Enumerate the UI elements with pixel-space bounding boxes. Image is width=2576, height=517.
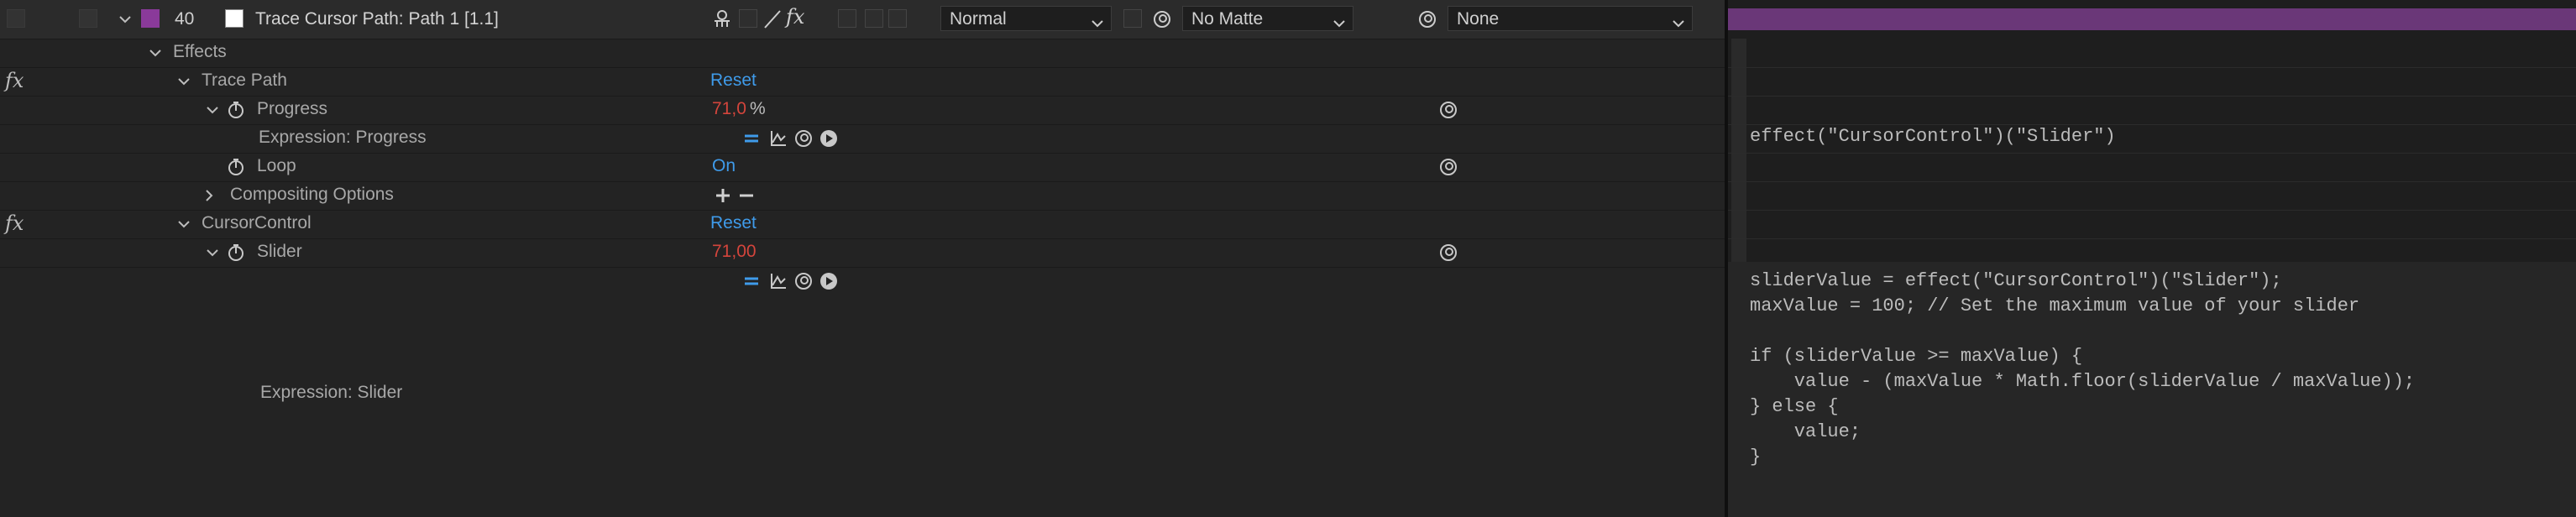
loop-label: Loop <box>257 156 296 175</box>
slider-row[interactable]: Slider 71,00 <box>0 238 1725 268</box>
chevron-down-icon[interactable] <box>118 12 133 27</box>
code-line: value; <box>1750 421 1861 442</box>
graph-icon[interactable] <box>769 272 788 290</box>
code-line: sliderValue = effect("CursorControl")("S… <box>1750 270 2282 291</box>
slider-label: Slider <box>257 242 302 261</box>
matte-pickwhip-icon[interactable] <box>1152 9 1172 34</box>
expression-language-menu-icon[interactable] <box>819 272 838 290</box>
chevron-down-icon[interactable] <box>205 102 220 118</box>
layer-type-icon <box>225 9 243 28</box>
expression-slider-row: Expression: Slider <box>0 267 1725 517</box>
stopwatch-icon[interactable] <box>227 101 245 119</box>
progress-label: Progress <box>257 99 328 118</box>
pickwhip-icon[interactable] <box>794 129 813 148</box>
lock-switch[interactable] <box>79 9 97 28</box>
timeline-row <box>1728 96 2576 125</box>
timeline-row <box>1728 153 2576 182</box>
minus-icon[interactable] <box>737 186 756 205</box>
layer-name[interactable]: Trace Cursor Path: Path 1 [1.1] <box>255 9 499 29</box>
layer-properties-panel: 40 Trace Cursor Path: Path 1 [1.1] fx No… <box>0 0 1725 517</box>
progress-expression-text[interactable]: effect("CursorControl")("Slider") <box>1750 124 2116 149</box>
loop-value[interactable]: On <box>712 156 736 176</box>
trace-path-reset-link[interactable]: Reset <box>710 70 757 91</box>
effects-group-row[interactable]: Effects <box>0 39 1725 68</box>
timeline-graph-panel: effect("CursorControl")("Slider") slider… <box>1725 0 2576 517</box>
cursor-control-row[interactable]: fx CursorControl Reset <box>0 210 1725 239</box>
enable-expression-icon[interactable] <box>742 272 761 290</box>
progress-row[interactable]: Progress 71,0 % <box>0 96 1725 125</box>
parent-value: None <box>1457 9 1500 29</box>
trace-path-row[interactable]: fx Trace Path Reset <box>0 67 1725 97</box>
pickwhip-icon[interactable] <box>794 272 813 290</box>
compositing-options-row[interactable]: Compositing Options <box>0 181 1725 211</box>
expression-pickwhip-icon[interactable] <box>1439 158 1458 176</box>
layer-row[interactable]: 40 Trace Cursor Path: Path 1 [1.1] fx No… <box>0 0 1725 39</box>
parent-pickwhip-icon[interactable] <box>1417 9 1437 34</box>
chevron-down-icon <box>1333 13 1346 34</box>
motion-blur-switch[interactable] <box>865 9 883 28</box>
timeline-row <box>1728 67 2576 97</box>
code-line: } <box>1750 446 1762 467</box>
video-switch[interactable] <box>7 9 25 28</box>
timeline-row <box>1728 39 2576 68</box>
chevron-down-icon[interactable] <box>205 245 220 260</box>
layer-number: 40 <box>175 9 195 29</box>
slider-expression-editor[interactable]: sliderValue = effect("CursorControl")("S… <box>1728 262 2576 517</box>
parent-dropdown[interactable]: None <box>1448 6 1693 31</box>
timeline-row <box>1728 210 2576 239</box>
expression-progress-row: Expression: Progress <box>0 124 1725 154</box>
track-matte-dropdown[interactable]: No Matte <box>1182 6 1353 31</box>
expression-pickwhip-icon[interactable] <box>1439 101 1458 119</box>
effects-switch[interactable]: fx <box>786 5 804 29</box>
progress-unit: % <box>750 99 766 118</box>
chevron-down-icon <box>1672 13 1685 34</box>
blend-mode-value: Normal <box>950 9 1007 29</box>
preserve-transparency-switch[interactable] <box>1123 9 1142 28</box>
expression-progress-label: Expression: Progress <box>259 128 427 147</box>
timeline-row <box>1728 181 2576 211</box>
stopwatch-icon[interactable] <box>227 243 245 262</box>
track-matte-value: No Matte <box>1191 9 1264 29</box>
collapse-switch[interactable] <box>739 9 757 28</box>
expression-language-menu-icon[interactable] <box>819 129 838 148</box>
fx-icon[interactable]: fx <box>5 212 24 235</box>
fx-icon[interactable]: fx <box>5 69 24 92</box>
expression-pickwhip-icon[interactable] <box>1439 243 1458 262</box>
chevron-down-icon[interactable] <box>176 217 191 232</box>
code-line: if (sliderValue >= maxValue) { <box>1750 346 2083 367</box>
blend-mode-dropdown[interactable]: Normal <box>940 6 1112 31</box>
plus-icon[interactable] <box>714 186 732 205</box>
expression-slider-label: Expression: Slider <box>260 383 403 402</box>
chevron-down-icon[interactable] <box>176 74 191 89</box>
slider-value[interactable]: 71,00 <box>712 242 757 262</box>
trace-path-label: Trace Path <box>202 70 287 90</box>
chevron-down-icon[interactable] <box>148 45 163 60</box>
code-line: value - (maxValue * Math.floor(sliderVal… <box>1750 371 2416 392</box>
chevron-down-icon <box>1091 13 1104 34</box>
code-line: maxValue = 100; // Set the maximum value… <box>1750 295 2360 316</box>
graph-icon[interactable] <box>769 129 788 148</box>
quality-icon[interactable] <box>762 9 783 34</box>
enable-expression-icon[interactable] <box>742 129 761 148</box>
stopwatch-icon[interactable] <box>227 158 245 176</box>
layer-duration-bar[interactable] <box>1728 8 2576 30</box>
code-line: } else { <box>1750 396 1839 417</box>
timeline-panel: 40 Trace Cursor Path: Path 1 [1.1] fx No… <box>0 0 2576 517</box>
adjustment-switch[interactable] <box>888 9 907 28</box>
frame-blend-switch[interactable] <box>838 9 856 28</box>
chevron-right-icon[interactable] <box>202 188 217 203</box>
cursor-control-reset-link[interactable]: Reset <box>710 213 757 233</box>
cursor-control-label: CursorControl <box>202 213 312 232</box>
loop-row[interactable]: Loop On <box>0 153 1725 182</box>
progress-value[interactable]: 71,0 <box>712 99 746 119</box>
shy-icon[interactable] <box>712 9 732 34</box>
effects-label: Effects <box>173 42 227 61</box>
label-color-swatch[interactable] <box>141 9 160 28</box>
compositing-options-label: Compositing Options <box>230 185 394 204</box>
